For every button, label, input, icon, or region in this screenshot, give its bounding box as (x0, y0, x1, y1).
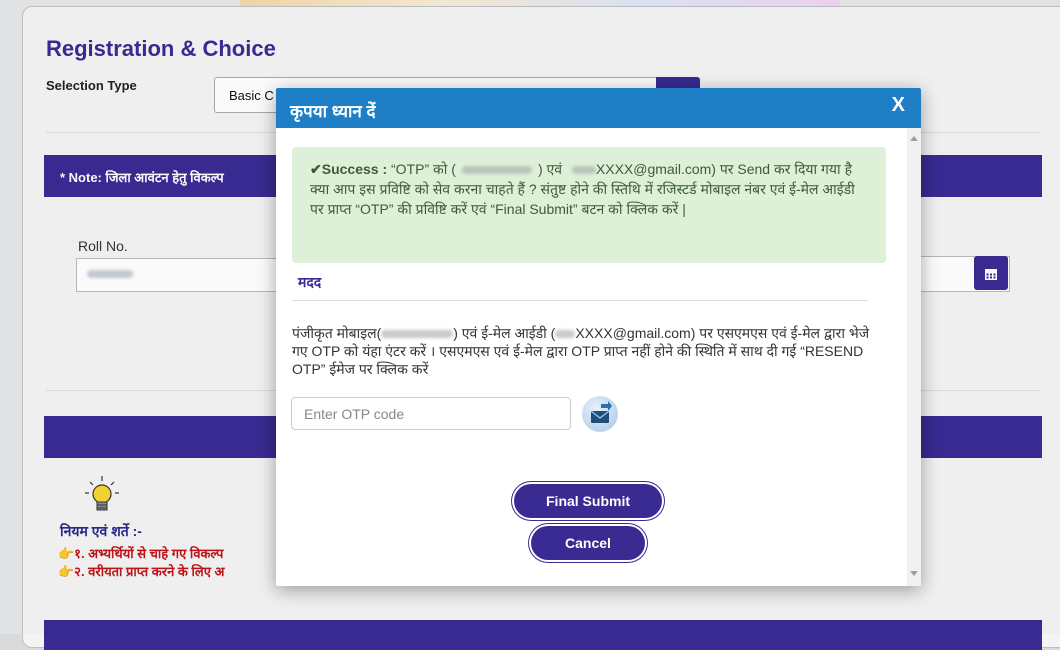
redacted-email-prefix (571, 166, 596, 175)
success-text-2: एवं (542, 161, 566, 177)
success-message: ✔Success : “OTP” को () एवं XXXX@gmail.co… (310, 161, 855, 217)
cancel-button[interactable]: Cancel (531, 526, 645, 560)
success-text-1: “OTP” को ( (387, 161, 456, 177)
modal-header: कृपया ध्यान दें X (276, 88, 921, 128)
scroll-up-icon[interactable] (910, 136, 918, 141)
scroll-down-icon[interactable] (910, 571, 918, 576)
help-email: XXXX@gmail.com (575, 325, 691, 341)
help-text-2: ) एवं ई-मेल आईडी ( (453, 325, 556, 341)
final-submit-button[interactable]: Final Submit (514, 484, 662, 518)
help-text: पंजीकृत मोबाइल( ) एवं ई-मेल आईडी ( XXXX@gm… (292, 324, 872, 378)
help-title: मदद (298, 274, 322, 290)
otp-input[interactable] (291, 397, 571, 430)
redacted-email-prefix (555, 330, 576, 339)
modal-scrollbar[interactable] (907, 128, 921, 586)
success-alert: ✔Success : “OTP” को () एवं XXXX@gmail.co… (292, 147, 886, 263)
resend-otp-icon[interactable] (582, 396, 618, 432)
success-label: ✔Success : (310, 161, 388, 177)
close-button[interactable]: X (892, 94, 905, 117)
success-email: XXXX@gmail.com (595, 161, 712, 177)
modal-title: कृपया ध्यान दें (290, 102, 376, 121)
redacted-mobile (461, 166, 532, 175)
divider (292, 300, 868, 301)
redacted-mobile (381, 330, 454, 339)
help-text-1: पंजीकृत मोबाइल( (292, 325, 382, 341)
otp-modal: कृपया ध्यान दें X ✔Success : “OTP” को ()… (276, 88, 921, 586)
